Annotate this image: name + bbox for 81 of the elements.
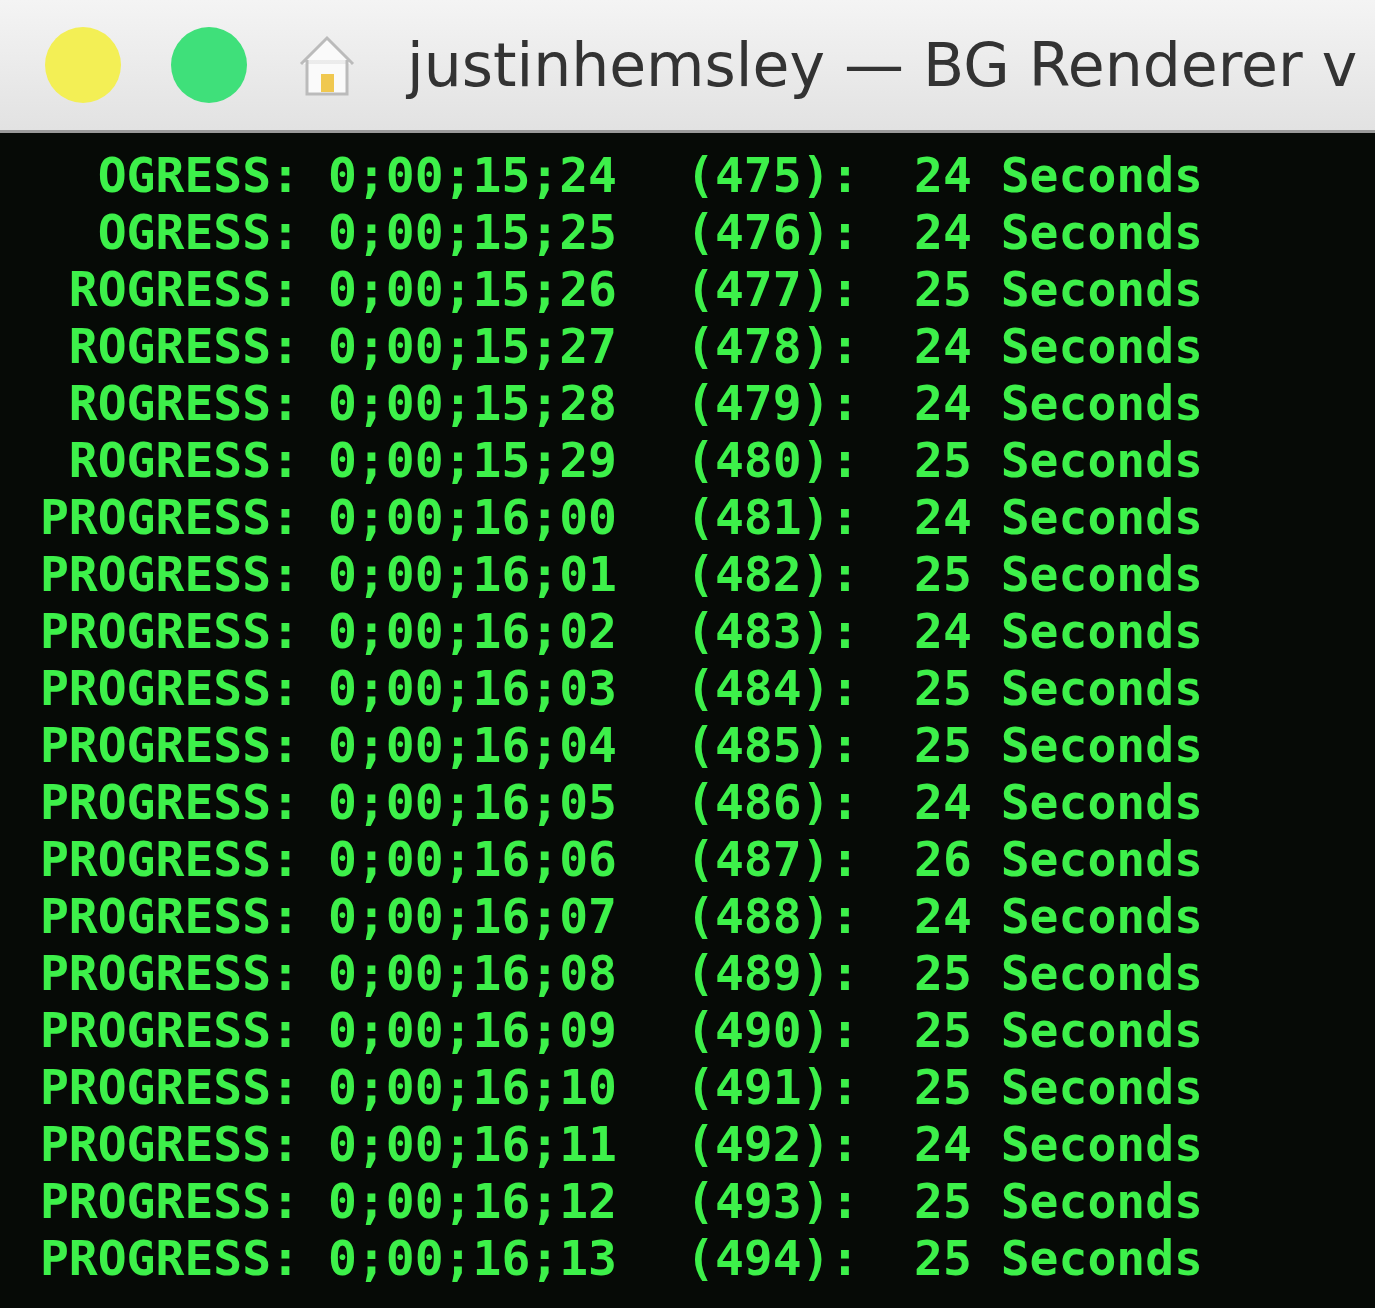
- progress-label: ROGRESS:: [67, 261, 300, 317]
- render-duration: 25 Seconds: [914, 1002, 1204, 1058]
- frame-number: (478):: [686, 318, 861, 374]
- timecode: 0;00;15;26: [328, 261, 618, 317]
- progress-label: PROGRESS:: [38, 945, 300, 1001]
- progress-label: PROGRESS:: [38, 1059, 300, 1115]
- progress-label: PROGRESS:: [38, 717, 300, 773]
- render-duration: 24 Seconds: [914, 774, 1204, 830]
- frame-number: (475):: [686, 147, 861, 203]
- progress-label: PROGRESS:: [38, 489, 300, 545]
- timecode: 0;00;16;00: [328, 489, 618, 545]
- progress-label: PROGRESS:: [38, 888, 300, 944]
- render-duration: 25 Seconds: [914, 261, 1204, 317]
- frame-number: (486):: [686, 774, 861, 830]
- render-duration: 24 Seconds: [914, 1116, 1204, 1172]
- timecode: 0;00;16;06: [328, 831, 618, 887]
- frame-number: (483):: [686, 603, 861, 659]
- timecode: 0;00;16;05: [328, 774, 618, 830]
- timecode: 0;00;16;07: [328, 888, 618, 944]
- timecode: 0;00;16;09: [328, 1002, 618, 1058]
- progress-label: PROGRESS:: [38, 1116, 300, 1172]
- render-duration: 25 Seconds: [914, 1059, 1204, 1115]
- timecode: 0;00;15;29: [328, 432, 618, 488]
- frame-number: (489):: [686, 945, 861, 1001]
- progress-label: ROGRESS:: [67, 375, 300, 431]
- render-duration: 25 Seconds: [914, 717, 1204, 773]
- render-duration: 25 Seconds: [914, 945, 1204, 1001]
- window-title: justinhemsley — BG Renderer v: [407, 30, 1358, 100]
- timecode: 0;00;16;01: [328, 546, 618, 602]
- frame-number: (488):: [686, 888, 861, 944]
- frame-number: (476):: [686, 204, 861, 260]
- render-duration: 25 Seconds: [914, 1230, 1204, 1286]
- render-duration: 24 Seconds: [914, 147, 1204, 203]
- progress-label: PROGRESS:: [38, 546, 300, 602]
- render-duration: 24 Seconds: [914, 888, 1204, 944]
- progress-label: OGRESS:: [96, 147, 300, 203]
- render-duration: 24 Seconds: [914, 318, 1204, 374]
- frame-number: (494):: [686, 1230, 861, 1286]
- timecode: 0;00;15;25: [328, 204, 618, 260]
- progress-label: ROGRESS:: [67, 318, 300, 374]
- progress-label: PROGRESS:: [38, 1230, 300, 1286]
- frame-number: (485):: [686, 717, 861, 773]
- timecode: 0;00;16;13: [328, 1230, 618, 1286]
- frame-number: (481):: [686, 489, 861, 545]
- render-duration: 24 Seconds: [914, 375, 1204, 431]
- timecode: 0;00;15;28: [328, 375, 618, 431]
- progress-label: PROGRESS:: [38, 1002, 300, 1058]
- progress-label: OGRESS:: [96, 204, 300, 260]
- render-duration: 25 Seconds: [914, 546, 1204, 602]
- frame-number: (492):: [686, 1116, 861, 1172]
- timecode: 0;00;16;11: [328, 1116, 618, 1172]
- progress-label: ROGRESS:: [67, 432, 300, 488]
- timecode: 0;00;15;24: [328, 147, 618, 203]
- frame-number: (482):: [686, 546, 861, 602]
- timecode: 0;00;16;12: [328, 1173, 618, 1229]
- timecode: 0;00;16;03: [328, 660, 618, 716]
- render-duration: 24 Seconds: [914, 489, 1204, 545]
- frame-number: (487):: [686, 831, 861, 887]
- frame-number: (491):: [686, 1059, 861, 1115]
- timecode: 0;00;16;10: [328, 1059, 618, 1115]
- render-duration: 25 Seconds: [914, 660, 1204, 716]
- progress-label: PROGRESS:: [38, 774, 300, 830]
- progress-label: PROGRESS:: [38, 831, 300, 887]
- frame-number: (480):: [686, 432, 861, 488]
- timecode: 0;00;16;04: [328, 717, 618, 773]
- frame-number: (484):: [686, 660, 861, 716]
- progress-label: PROGRESS:: [38, 660, 300, 716]
- timecode: 0;00;16;08: [328, 945, 618, 1001]
- frame-number: (490):: [686, 1002, 861, 1058]
- render-duration: 25 Seconds: [914, 432, 1204, 488]
- render-duration: 25 Seconds: [914, 1173, 1204, 1229]
- render-duration: 26 Seconds: [914, 831, 1204, 887]
- render-duration: 24 Seconds: [914, 204, 1204, 260]
- frame-number: (479):: [686, 375, 861, 431]
- progress-label: PROGRESS:: [38, 603, 300, 659]
- progress-label: PROGRESS:: [38, 1173, 300, 1229]
- timecode: 0;00;16;02: [328, 603, 618, 659]
- frame-number: (493):: [686, 1173, 861, 1229]
- timecode: 0;00;15;27: [328, 318, 618, 374]
- render-duration: 24 Seconds: [914, 603, 1204, 659]
- frame-number: (477):: [686, 261, 861, 317]
